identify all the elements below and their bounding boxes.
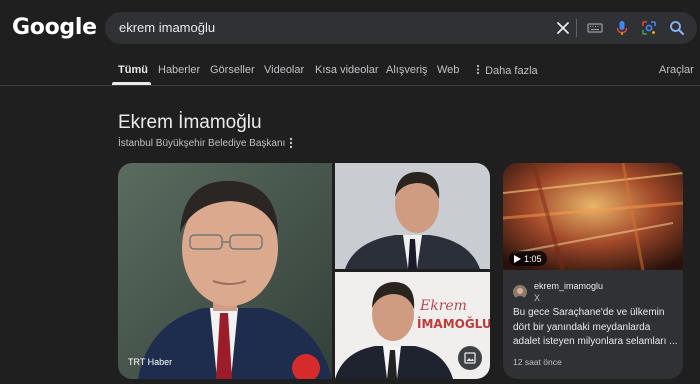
mic-icon[interactable] — [613, 19, 631, 37]
header-divider — [0, 85, 700, 86]
entity-image[interactable] — [335, 163, 490, 269]
tab-short-videos[interactable]: Kısa videolar — [315, 64, 379, 76]
tab-videos[interactable]: Videolar — [264, 64, 304, 76]
more-vert-icon[interactable] — [287, 136, 295, 150]
post-timestamp: 12 saat önce — [513, 357, 562, 367]
svg-text:İMAMOĞLU: İMAMOĞLU — [417, 316, 490, 331]
search-divider — [576, 19, 577, 37]
search-tabs: Tümü Haberler Görseller Videolar Kısa vi… — [0, 58, 700, 86]
gallery-icon — [464, 352, 476, 364]
tab-images[interactable]: Görseller — [210, 64, 255, 76]
entity-subtitle: İstanbul Büyükşehir Belediye Başkanı — [118, 138, 286, 149]
avatar — [513, 285, 527, 299]
tab-shopping[interactable]: Alışveriş — [386, 64, 428, 76]
post-platform: X — [534, 293, 541, 303]
play-icon — [514, 254, 521, 263]
video-duration-badge: 1:05 — [509, 251, 547, 266]
svg-text:Ekrem: Ekrem — [419, 298, 467, 314]
tab-all[interactable]: Tümü — [118, 64, 148, 76]
video-duration: 1:05 — [524, 253, 542, 264]
keyboard-icon[interactable] — [586, 19, 604, 37]
more-vert-icon — [476, 64, 480, 75]
social-post-card[interactable]: 1:05 ekrem_imamoglu X Bu gece Saraçhane'… — [503, 163, 683, 379]
tab-web[interactable]: Web — [437, 64, 459, 76]
lens-icon[interactable] — [640, 19, 658, 37]
clear-icon[interactable] — [554, 19, 572, 37]
tab-more-label: Daha fazla — [485, 65, 538, 77]
entity-main-image[interactable]: TRT Haber — [118, 163, 332, 379]
search-input[interactable]: ekrem imamoğlu — [119, 20, 215, 35]
video-thumbnail[interactable]: 1:05 — [503, 163, 683, 271]
gallery-button[interactable] — [458, 346, 482, 370]
image-source-label: TRT Haber — [128, 357, 173, 367]
google-logo[interactable]: Google — [12, 15, 97, 40]
tools-button[interactable]: Araçlar — [659, 64, 694, 76]
post-author-handle[interactable]: ekrem_imamoglu — [534, 281, 603, 291]
entity-title: Ekrem İmamoğlu — [118, 112, 262, 133]
header: Google ekrem imamoğlu — [0, 0, 700, 58]
search-box[interactable]: ekrem imamoğlu — [105, 12, 697, 44]
tab-more[interactable]: Daha fazla — [474, 64, 538, 77]
post-text: Bu gece Saraçhane'de ve ülkemin dört bir… — [513, 307, 678, 347]
entity-image[interactable]: Ekrem İMAMOĞLU — [335, 272, 490, 379]
tab-news[interactable]: Haberler — [158, 64, 200, 76]
search-icon[interactable] — [668, 19, 686, 37]
